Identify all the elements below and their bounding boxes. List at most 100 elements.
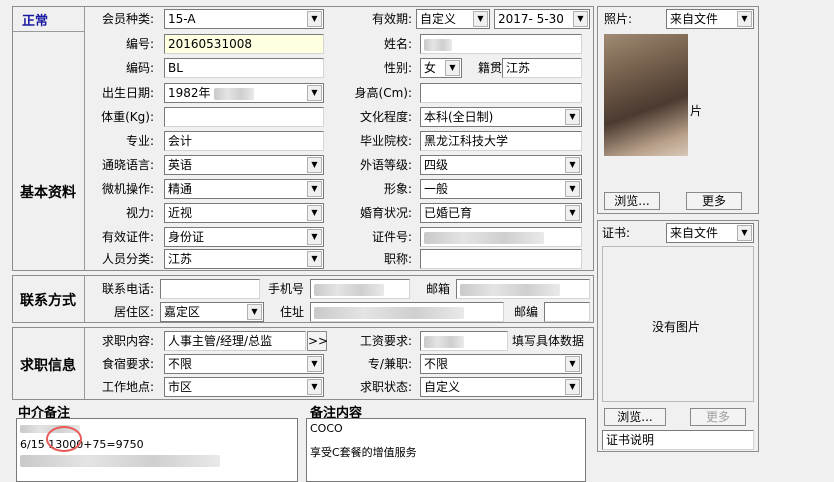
cert-label: 证书: xyxy=(602,226,631,240)
height-field[interactable] xyxy=(420,83,582,103)
validity-mode-select[interactable]: 自定义 ▼ xyxy=(416,9,490,29)
major-field[interactable]: 会计 xyxy=(164,131,324,151)
chevron-down-icon: ▼ xyxy=(565,109,580,125)
native-field[interactable]: 江苏 xyxy=(502,58,582,78)
chevron-down-icon: ▼ xyxy=(247,304,262,320)
district-select[interactable]: 嘉定区 ▼ xyxy=(160,302,264,322)
phone-field[interactable] xyxy=(160,279,260,299)
salary-field[interactable] xyxy=(420,331,508,351)
notes-line1: COCO xyxy=(310,422,343,435)
vision-select[interactable]: 近视 ▼ xyxy=(164,203,324,223)
job-section-title: 求职信息 xyxy=(20,358,76,374)
marital-label: 婚育状况: xyxy=(359,206,412,220)
chevron-down-icon: ▼ xyxy=(565,205,580,221)
height-label: 身高(Cm): xyxy=(354,86,412,100)
photo-area: 片 xyxy=(602,32,754,184)
code2-field[interactable]: BL xyxy=(164,58,324,78)
title-field[interactable] xyxy=(420,249,582,269)
member-type-select[interactable]: 15-A ▼ xyxy=(164,9,324,29)
cert-source-select[interactable]: 来自文件 ▼ xyxy=(666,223,754,243)
mobile-label: 手机号 xyxy=(267,282,304,296)
cert-browse-button[interactable]: 浏览... xyxy=(604,408,666,426)
appearance-label: 形象: xyxy=(383,182,412,196)
education-label: 文化程度: xyxy=(359,110,412,124)
lang-level-select[interactable]: 四级 ▼ xyxy=(420,155,582,175)
chevron-down-icon: ▼ xyxy=(565,181,580,197)
birth-date-picker[interactable]: 1982年 ▼ xyxy=(164,83,324,103)
zipcode-field[interactable] xyxy=(544,302,590,322)
location-select[interactable]: 市区 ▼ xyxy=(164,377,324,397)
address-field[interactable] xyxy=(310,302,504,322)
salary-hint: 填写具体数据 xyxy=(512,334,585,348)
highlight-circle xyxy=(46,426,82,452)
school-field[interactable]: 黑龙江科技大学 xyxy=(420,131,582,151)
cert-description-field[interactable]: 证书说明 xyxy=(602,430,754,450)
zipcode-label: 邮编 xyxy=(513,305,538,319)
chevron-down-icon: ▼ xyxy=(307,205,322,221)
name-field[interactable] xyxy=(420,34,582,54)
chevron-down-icon: ▼ xyxy=(307,11,322,27)
gender-select[interactable]: 女 ▼ xyxy=(420,58,462,78)
id-no-field[interactable] xyxy=(420,227,582,247)
member-type-label: 会员种类: xyxy=(101,12,154,26)
chevron-down-icon: ▼ xyxy=(565,157,580,173)
id-type-label: 有效证件: xyxy=(101,230,154,244)
computer-select[interactable]: 精通 ▼ xyxy=(164,179,324,199)
chevron-down-icon: ▼ xyxy=(307,251,322,267)
photo-source-select[interactable]: 来自文件 ▼ xyxy=(666,9,754,29)
email-field[interactable] xyxy=(456,279,590,299)
contact-section-title: 联系方式 xyxy=(20,293,76,309)
category-label: 人员分类: xyxy=(101,252,154,266)
id-type-select[interactable]: 身份证 ▼ xyxy=(164,227,324,247)
photo-more-button[interactable]: 更多 xyxy=(686,192,742,210)
chevron-down-icon: ▼ xyxy=(565,356,580,372)
validity-date-picker[interactable]: 2017- 5-30 ▼ xyxy=(494,9,590,29)
language-select[interactable]: 英语 ▼ xyxy=(164,155,324,175)
chevron-down-icon: ▼ xyxy=(737,11,752,27)
job-content-field[interactable]: 人事主管/经理/总监 xyxy=(164,331,306,351)
salary-label: 工资要求: xyxy=(359,334,412,348)
mobile-field[interactable] xyxy=(310,279,410,299)
weight-label: 体重(Kg): xyxy=(101,110,154,124)
chevron-down-icon: ▼ xyxy=(473,11,488,27)
marital-select[interactable]: 已婚已育 ▼ xyxy=(420,203,582,223)
id-no-label: 证件号: xyxy=(371,230,412,244)
photo-image xyxy=(604,34,688,156)
code-field[interactable]: 20160531008 xyxy=(164,34,324,54)
school-label: 毕业院校: xyxy=(359,134,412,148)
appearance-select[interactable]: 一般 ▼ xyxy=(420,179,582,199)
native-label: 籍贯 xyxy=(477,61,502,75)
code-label: 编号: xyxy=(125,37,154,51)
board-label: 食宿要求: xyxy=(101,357,154,371)
computer-label: 微机操作: xyxy=(101,182,154,196)
address-label: 住址 xyxy=(279,305,304,319)
phone-label: 联系电话: xyxy=(101,282,154,296)
language-label: 通晓语言: xyxy=(101,158,154,172)
job-status-select[interactable]: 自定义 ▼ xyxy=(420,377,582,397)
chevron-down-icon: ▼ xyxy=(307,356,322,372)
job-content-picker-button[interactable]: >> xyxy=(307,331,328,351)
chevron-down-icon: ▼ xyxy=(307,157,322,173)
major-label: 专业: xyxy=(125,134,154,148)
parttime-select[interactable]: 不限 ▼ xyxy=(420,354,582,374)
job-content-label: 求职内容: xyxy=(101,334,154,348)
photo-caption-partial: 片 xyxy=(690,104,703,118)
board-select[interactable]: 不限 ▼ xyxy=(164,354,324,374)
title-label: 职称: xyxy=(383,252,412,266)
weight-field[interactable] xyxy=(164,107,324,127)
chevron-down-icon: ▼ xyxy=(307,85,322,101)
validity-label: 有效期: xyxy=(371,12,412,26)
photo-label: 照片: xyxy=(604,12,633,26)
vision-label: 视力: xyxy=(125,206,154,220)
notes-textarea[interactable]: COCO 享受C套餐的增值服务 xyxy=(306,418,586,482)
photo-browse-button[interactable]: 浏览... xyxy=(604,192,660,210)
birth-label: 出生日期: xyxy=(101,86,154,100)
chevron-down-icon: ▼ xyxy=(445,60,460,76)
cert-more-button[interactable]: 更多 xyxy=(690,408,746,426)
chevron-down-icon: ▼ xyxy=(737,225,752,241)
location-label: 工作地点: xyxy=(101,380,154,394)
category-select[interactable]: 江苏 ▼ xyxy=(164,249,324,269)
education-select[interactable]: 本科(全日制) ▼ xyxy=(420,107,582,127)
code2-label: 编码: xyxy=(125,61,154,75)
basic-section-title: 基本资料 xyxy=(20,185,76,201)
